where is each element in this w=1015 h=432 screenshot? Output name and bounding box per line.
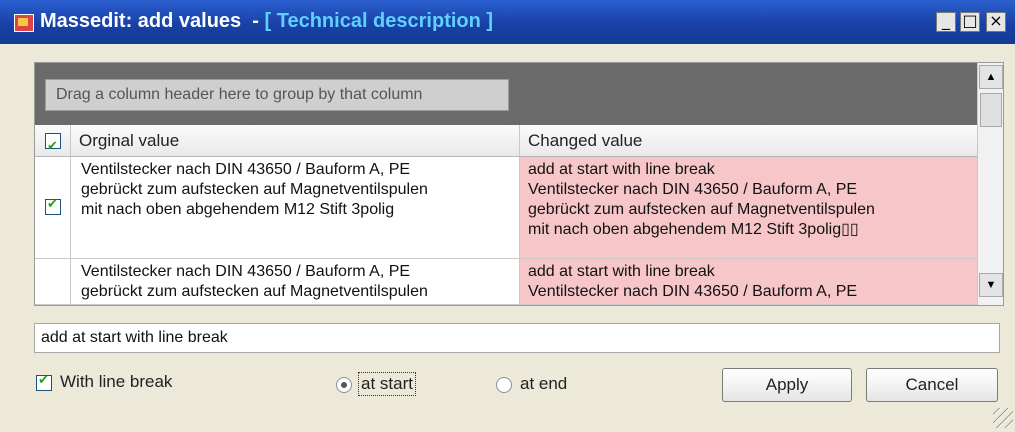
scroll-up-arrow-icon[interactable]: ▲ <box>979 65 1003 89</box>
close-icon: × <box>989 11 1003 30</box>
vertical-scrollbar[interactable]: ▲ ▼ <box>977 63 1003 305</box>
original-line: Ventilstecker nach DIN 43650 / Bauform A… <box>81 161 411 178</box>
minimize-icon: _ <box>942 11 950 30</box>
changed-line: add at start with line break <box>528 263 715 280</box>
at-start-label[interactable]: at start <box>358 372 416 396</box>
title-context: [ Technical description ] <box>264 10 494 32</box>
at-start-radio[interactable] <box>336 377 352 393</box>
changed-line: mit nach oben abgehendem M12 Stift 3poli… <box>528 221 859 238</box>
original-line: mit nach oben abgehendem M12 Stift 3poli… <box>81 201 395 218</box>
original-line: gebrückt zum aufstecken auf Magnetventil… <box>81 181 428 198</box>
scroll-down-arrow-icon[interactable]: ▼ <box>979 273 1003 297</box>
row-select-cell[interactable] <box>35 259 71 304</box>
row-checkbox[interactable] <box>45 197 61 215</box>
row-select-cell[interactable] <box>35 157 71 258</box>
original-line: gebrückt zum aufstecken auf Magnetventil… <box>81 283 428 300</box>
title-bar[interactable]: Massedit: add values - [ Technical descr… <box>0 0 1015 44</box>
original-value-cell[interactable]: Ventilstecker nach DIN 43650 / Bauform A… <box>71 259 520 304</box>
grid-header: Orginal value Changed value <box>35 125 977 162</box>
line-break-label: With line break <box>60 372 173 391</box>
select-all-checkbox[interactable] <box>45 131 61 162</box>
column-header-changed[interactable]: Changed value <box>520 125 977 156</box>
close-button[interactable]: × <box>986 12 1006 32</box>
scrollbar-thumb[interactable] <box>980 93 1002 127</box>
title-prefix: Massedit: add values - <box>40 10 265 32</box>
values-grid[interactable]: Drag a column header here to group by th… <box>34 62 1004 306</box>
maximize-icon: □ <box>962 11 978 30</box>
changed-line: add at start with line break <box>528 161 715 178</box>
minimize-button[interactable]: _ <box>936 12 956 32</box>
table-row[interactable]: Ventilstecker nach DIN 43650 / Bauform A… <box>35 157 977 259</box>
cancel-button[interactable]: Cancel <box>866 368 998 402</box>
line-break-checkbox[interactable] <box>36 373 52 391</box>
original-value-cell[interactable]: Ventilstecker nach DIN 43650 / Bauform A… <box>71 157 520 258</box>
changed-line: Ventilstecker nach DIN 43650 / Bauform A… <box>528 181 858 198</box>
changed-line: gebrückt zum aufstecken auf Magnetventil… <box>528 201 875 218</box>
column-header-original[interactable]: Orginal value <box>71 125 520 156</box>
changed-value-cell[interactable]: add at start with line break Ventilsteck… <box>520 157 977 258</box>
add-value-input[interactable]: add at start with line break <box>34 323 1000 353</box>
original-line: Ventilstecker nach DIN 43650 / Bauform A… <box>81 263 411 280</box>
app-icon <box>14 14 34 32</box>
resize-grip-icon[interactable] <box>993 408 1013 428</box>
group-panel-hint: Drag a column header here to group by th… <box>45 79 509 111</box>
select-all-header[interactable] <box>35 125 71 162</box>
changed-value-cell[interactable]: add at start with line break Ventilsteck… <box>520 259 977 304</box>
group-panel[interactable]: Drag a column header here to group by th… <box>35 63 977 125</box>
massedit-dialog: Massedit: add values - [ Technical descr… <box>0 0 1015 432</box>
at-end-label[interactable]: at end <box>520 374 567 394</box>
maximize-button[interactable]: □ <box>960 12 980 32</box>
table-row[interactable]: Ventilstecker nach DIN 43650 / Bauform A… <box>35 259 977 305</box>
at-end-radio[interactable] <box>496 377 512 393</box>
window-title: Massedit: add values - [ Technical descr… <box>40 10 493 33</box>
apply-button[interactable]: Apply <box>722 368 852 402</box>
changed-line: Ventilstecker nach DIN 43650 / Bauform A… <box>528 283 858 300</box>
